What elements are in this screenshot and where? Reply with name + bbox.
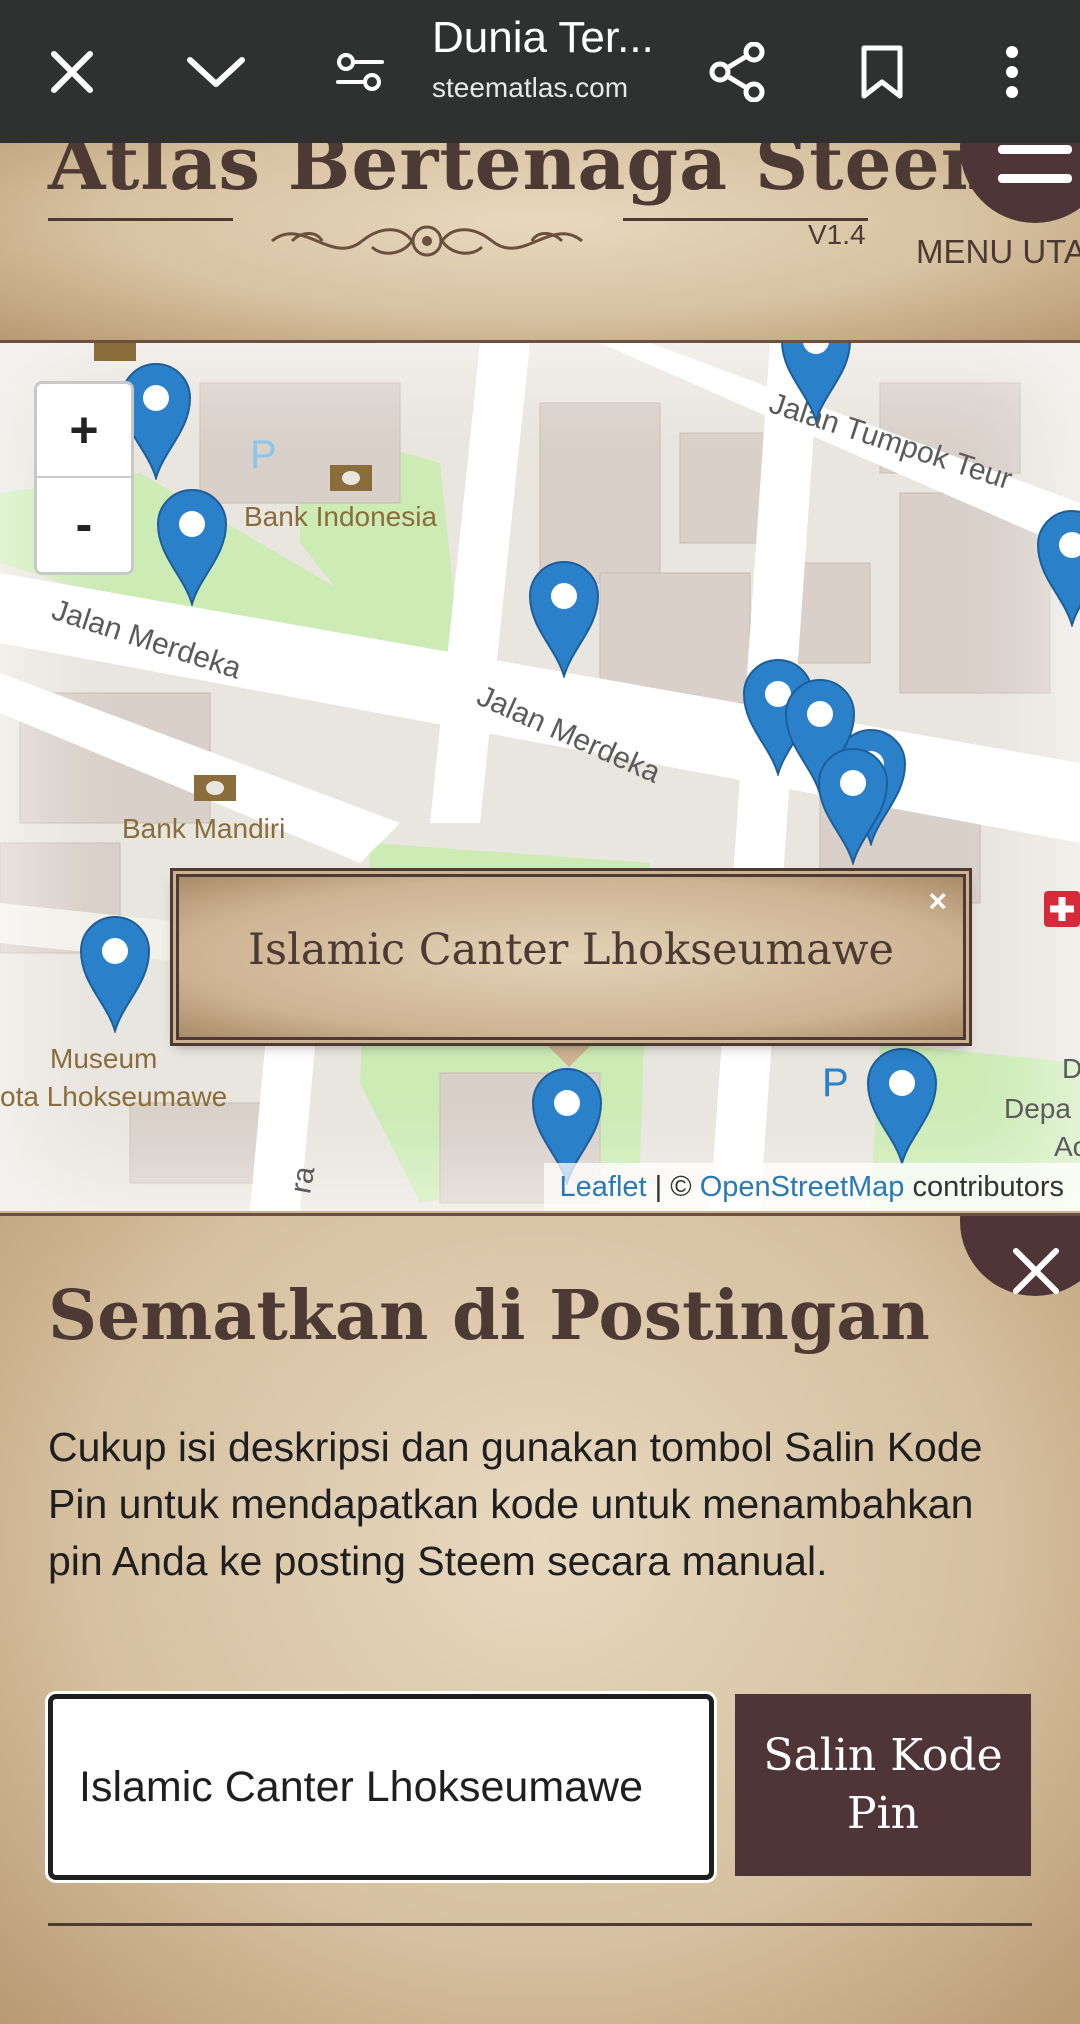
hamburger-icon [998, 145, 1072, 154]
attribution-separator: | © [646, 1171, 700, 1203]
zoom-control: + - [34, 381, 134, 575]
share-button[interactable] [692, 26, 784, 118]
attribution-contributors: contributors [904, 1171, 1064, 1203]
bookmark-icon [861, 45, 903, 99]
description-input[interactable] [77, 1761, 709, 1813]
poi-label: Ac [1054, 1131, 1080, 1162]
panel-description: Cukup isi deskripsi dan gunakan tombol S… [48, 1424, 983, 1584]
page-url: steematlas.com [432, 72, 629, 103]
close-tab-button[interactable] [26, 26, 118, 118]
map-view[interactable]: Jalan Merdeka Jalan Merdeka Jalan Tumpok… [0, 343, 1080, 1211]
close-icon [1013, 1248, 1059, 1294]
description-field[interactable] [48, 1694, 714, 1880]
panel-divider [48, 1923, 1032, 1926]
hamburger-icon-line [998, 174, 1072, 183]
site-settings-button[interactable] [314, 26, 406, 118]
main-menu-label[interactable]: MENU UTA [916, 233, 1080, 271]
tune-icon [336, 53, 384, 91]
poi-label: Bank Indonesia [244, 501, 438, 532]
more-vert-icon [1006, 46, 1018, 98]
bank-icon [194, 775, 236, 801]
map-marker[interactable] [526, 558, 602, 678]
logo-rule-left [48, 218, 233, 221]
map-marker[interactable] [815, 745, 891, 865]
map-marker[interactable] [1034, 507, 1080, 627]
parking-label: P [250, 433, 277, 477]
copy-pin-code-button[interactable]: Salin Kode Pin [735, 1694, 1031, 1876]
popup-title: Islamic Canter Lhokseumawe [248, 925, 894, 975]
page-title: Dunia Ter... [432, 13, 654, 62]
chevron-down-icon [187, 57, 245, 87]
osm-link[interactable]: OpenStreetMap [700, 1171, 905, 1203]
embed-panel: Sematkan di Postingan Cukup isi deskrips… [0, 1213, 1080, 2024]
ornament-icon [271, 225, 583, 257]
zoom-out-button[interactable]: - [37, 478, 131, 570]
leaflet-link[interactable]: Leaflet [560, 1171, 647, 1203]
browser-toolbar: Dunia Ter... steematlas.com [0, 0, 1080, 143]
poi-label: D [1062, 1053, 1080, 1084]
site-header: Atlas Bertenaga Steem V1.4 MENU UTA [0, 143, 1080, 343]
page-title-block[interactable]: Dunia Ter... steematlas.com [432, 8, 692, 108]
poi-label: Museum [50, 1043, 158, 1074]
map-marker[interactable] [864, 1045, 940, 1165]
more-options-button[interactable] [966, 26, 1058, 118]
bookmark-button[interactable] [836, 26, 928, 118]
parking-label: P [822, 1061, 849, 1105]
main-menu-button[interactable] [960, 143, 1080, 223]
popup-close-button[interactable]: × [928, 883, 947, 920]
hospital-icon [1044, 891, 1080, 927]
poi-label: Depa [1004, 1093, 1071, 1124]
site-logo[interactable]: Atlas Bertenaga Steem [48, 143, 1020, 207]
minimize-button[interactable] [170, 26, 262, 118]
bank-icon [330, 465, 372, 491]
close-icon [51, 51, 93, 93]
share-icon [709, 42, 765, 102]
map-marker[interactable] [154, 486, 230, 606]
map-marker[interactable] [77, 913, 153, 1033]
map-marker[interactable] [778, 343, 854, 423]
version-label: V1.4 [808, 219, 866, 250]
map-attribution: Leaflet | © OpenStreetMap contributors [543, 1163, 1080, 1211]
marker-popup: Islamic Canter Lhokseumawe × [176, 874, 966, 1040]
panel-title: Sematkan di Postingan [48, 1276, 930, 1356]
zoom-in-button[interactable]: + [37, 384, 131, 478]
poi-label: ota Lhokseumawe [0, 1081, 228, 1112]
poi-label: Bank Mandiri [122, 813, 286, 844]
street-label: ra [284, 1163, 322, 1196]
